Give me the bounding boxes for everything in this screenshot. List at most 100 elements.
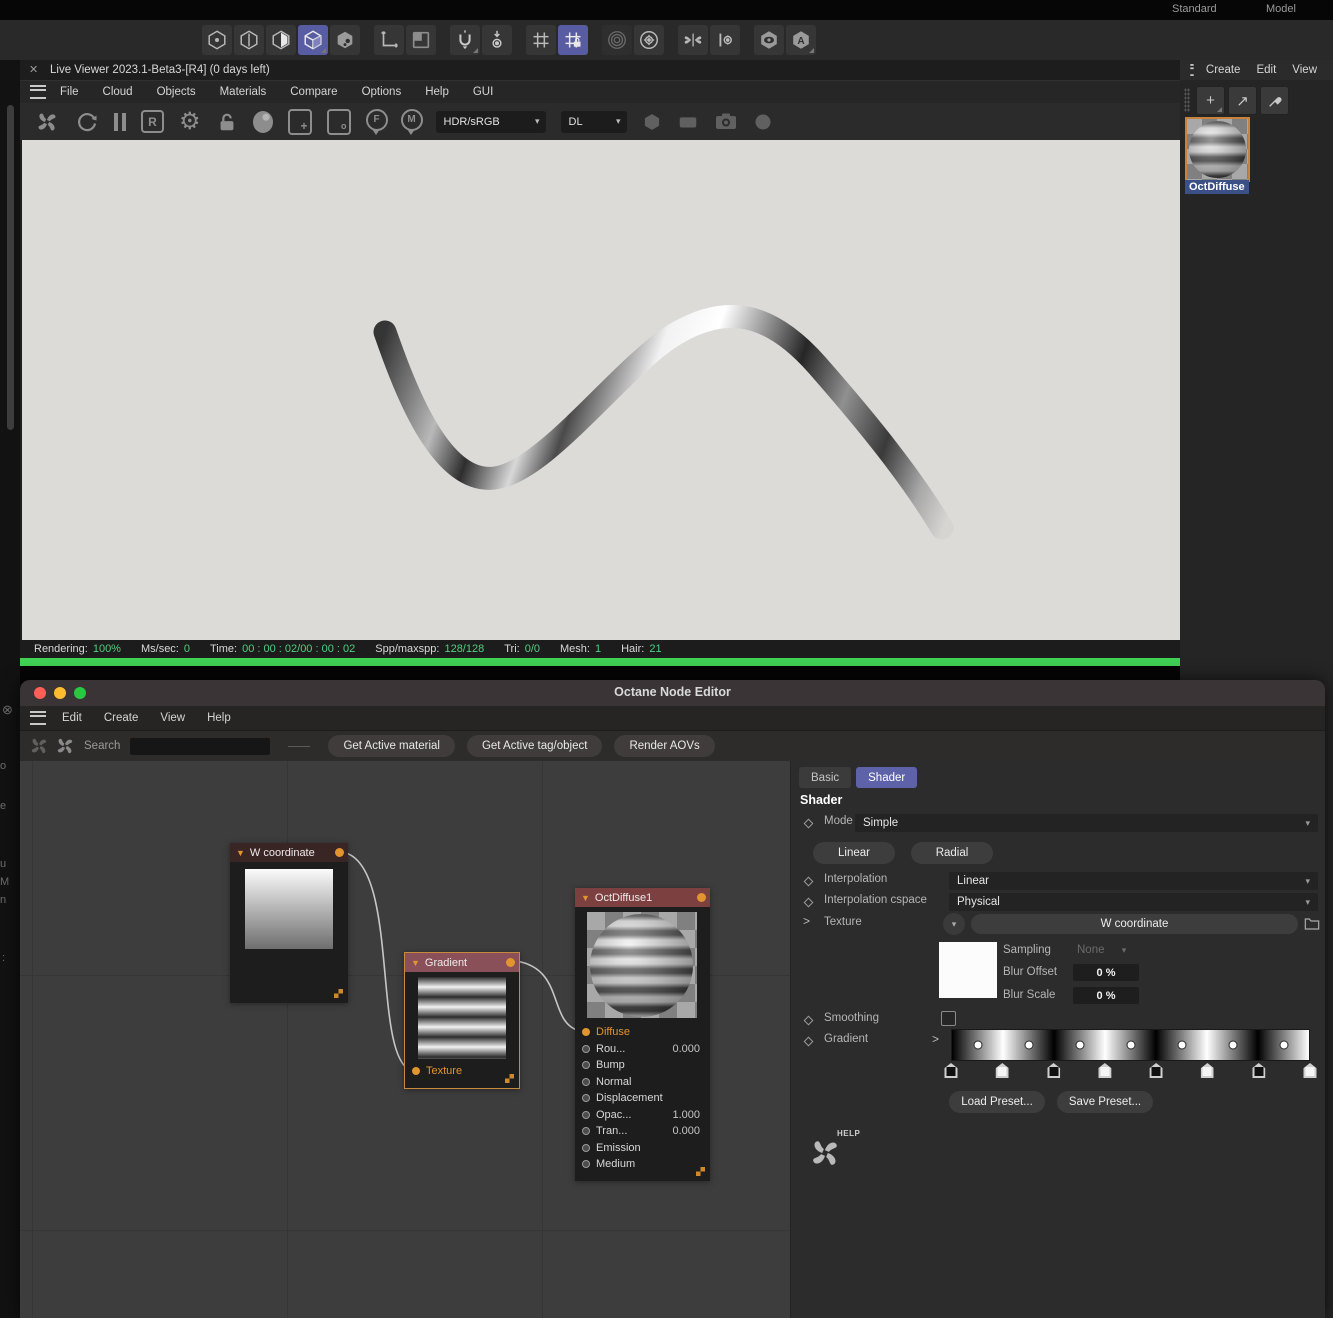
add-region-icon[interactable]: + [287,108,312,135]
menu-help[interactable]: Help [207,712,231,724]
square-overlap-icon[interactable] [406,25,436,55]
menu-create[interactable]: Create [1206,64,1241,76]
axis-icon[interactable] [374,25,404,55]
input-port[interactable] [582,1028,590,1037]
menu-objects[interactable]: Objects [157,86,196,98]
gear-snap-icon[interactable] [482,25,512,55]
output-port[interactable] [506,958,515,967]
node-input-row[interactable]: Opac... 1.000 [575,1107,710,1124]
menu-edit[interactable]: Edit [62,712,82,724]
menu-compare[interactable]: Compare [290,86,337,98]
resize-handle-icon[interactable] [505,1074,514,1083]
focus-picker-icon[interactable]: F [365,108,388,135]
linear-button[interactable]: Linear [813,842,895,864]
node-input-row[interactable]: Displacement [575,1090,710,1107]
refresh-icon[interactable] [75,110,99,134]
param-diamond-icon[interactable] [803,1015,814,1026]
settings-gear-icon[interactable]: ⚙ [179,109,201,134]
concentric-circles-icon[interactable] [602,25,632,55]
expand-arrow-icon[interactable]: > [803,914,810,928]
gradient-knot-0[interactable] [944,1063,958,1078]
resize-handle-icon[interactable] [334,989,343,998]
menu-options[interactable]: Options [362,86,402,98]
gradient-knot-2[interactable] [1047,1063,1061,1078]
save-preset-button[interactable]: Save Preset... [1057,1091,1153,1113]
material-thumbnail[interactable] [1185,117,1250,182]
get-active-material-button[interactable]: Get Active material [328,735,455,757]
input-port[interactable] [582,1094,590,1103]
input-port[interactable] [582,1077,590,1086]
panel-drag-handle[interactable] [1184,88,1190,112]
node-header[interactable]: ▼ OctDiffuse1 [575,888,710,907]
node-input-row[interactable]: Normal [575,1074,710,1091]
gradient-knot-5[interactable] [1200,1063,1214,1078]
param-diamond-icon[interactable] [803,876,814,887]
colorspace-select[interactable]: HDR/sRGB ▾ [435,110,546,133]
gradient-knot-3[interactable] [1098,1063,1112,1078]
layout-standard-label[interactable]: Standard [1172,3,1217,15]
magnet-snap-icon[interactable] [450,25,480,55]
sampling-select[interactable]: None ▾ [1077,944,1126,956]
gear-circle-icon[interactable] [634,25,664,55]
gradient-knot-4[interactable] [1149,1063,1163,1078]
param-diamond-icon[interactable] [803,897,814,908]
texture-swatch[interactable] [939,942,997,998]
node-input-row[interactable]: Diffuse [575,1024,710,1041]
layout-model-label[interactable]: Model [1266,3,1296,15]
hexagon-filled-icon[interactable] [642,112,662,132]
menu-materials[interactable]: Materials [220,86,267,98]
render-viewport[interactable] [22,140,1180,640]
material-picker-icon[interactable]: M [400,108,423,135]
hexagon-dot-icon[interactable] [202,25,232,55]
bar-gear-icon[interactable] [710,25,740,55]
assign-material-button[interactable]: ↗ [1228,86,1257,115]
hamburger-menu-icon[interactable] [30,85,46,99]
input-port[interactable] [582,1143,590,1152]
eyedropper-icon[interactable] [1260,86,1289,115]
gradient-midpoint-knot[interactable] [1024,1040,1033,1050]
input-port[interactable] [582,1044,590,1053]
blur-offset-field[interactable]: 0 % [1073,964,1139,981]
menu-edit[interactable]: Edit [1256,64,1276,76]
hexagon-line-icon[interactable] [234,25,264,55]
gradient-midpoint-knot[interactable] [1075,1040,1084,1050]
output-port[interactable] [697,893,706,902]
mode-select[interactable]: Simple ▾ [855,814,1318,832]
mirror-wings-icon[interactable] [678,25,708,55]
grid-icon[interactable] [526,25,556,55]
input-port[interactable] [582,1110,590,1119]
gradient-midpoint-knot[interactable] [1126,1040,1135,1050]
close-icon[interactable]: ✕ [29,63,38,76]
gradient-knot-7[interactable] [1303,1063,1317,1078]
node-input-row[interactable]: Rou... 0.000 [575,1041,710,1058]
menu-view[interactable]: View [160,712,185,724]
input-port[interactable] [582,1160,590,1169]
camera-icon[interactable] [714,110,738,134]
node-graph-canvas[interactable]: ▼ W coordinate ▼ Gradient Texture ▼ OctD… [20,761,790,1318]
expand-arrow-icon[interactable]: > [932,1032,939,1046]
get-active-tag-button[interactable]: Get Active tag/object [466,735,603,757]
octane-spinner-icon[interactable] [34,109,60,135]
input-port[interactable] [412,1067,420,1076]
param-diamond-icon[interactable] [803,818,814,829]
cube-mode-icon[interactable] [298,25,328,55]
cspace-select[interactable]: Physical ▾ [949,893,1318,911]
render-mode-select[interactable]: DL ▾ [560,110,627,133]
gradient-midpoint-knot[interactable] [973,1040,982,1050]
menu-gui[interactable]: GUI [473,86,493,98]
node-input-row[interactable]: Bump [575,1057,710,1074]
pause-icon[interactable] [114,112,126,131]
load-preset-button[interactable]: Load Preset... [949,1091,1045,1113]
texture-node-button[interactable]: W coordinate [971,914,1298,934]
hexagon-half-icon[interactable] [266,25,296,55]
texture-dropdown-button[interactable]: ▾ [943,913,965,935]
menu-cloud[interactable]: Cloud [103,86,133,98]
node-input-row[interactable]: Texture [405,1063,519,1080]
node-header[interactable]: ▼ Gradient [405,953,519,972]
collapse-triangle-icon[interactable]: ▼ [236,848,245,858]
node-octdiffuse1[interactable]: ▼ OctDiffuse1 Diffuse Rou... 0.000 Bump … [575,888,710,1181]
clay-mode-icon[interactable] [252,110,273,133]
param-diamond-icon[interactable] [803,1036,814,1047]
gradient-knot-6[interactable] [1252,1063,1266,1078]
hamburger-menu-icon[interactable] [1190,64,1194,76]
